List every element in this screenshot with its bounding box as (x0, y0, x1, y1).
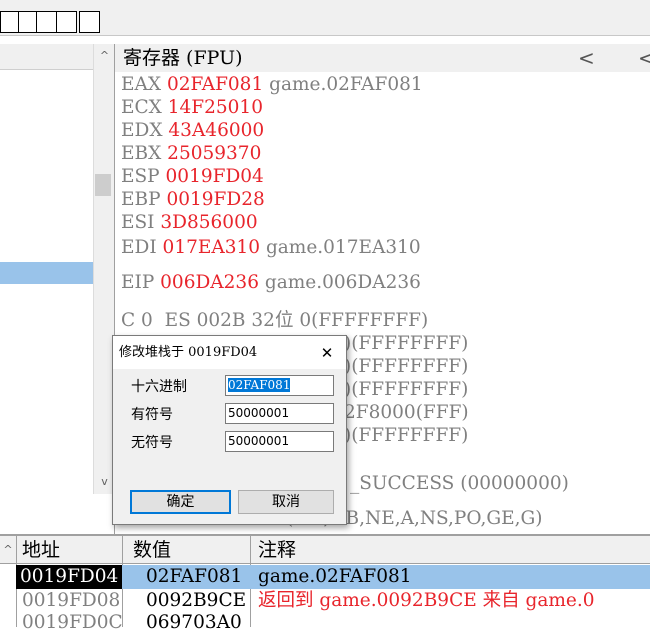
hex-label: 十六进制 (131, 379, 187, 395)
column-header-address[interactable]: 地址 (22, 536, 60, 564)
stack-scroll-up-icon[interactable]: ^ (0, 540, 16, 560)
toolbar-button-4[interactable] (56, 11, 77, 33)
column-header-value[interactable]: 数值 (133, 536, 171, 564)
register-row-edx[interactable]: EDX 43A46000 (121, 120, 264, 142)
disassembly-header (0, 44, 93, 70)
toolbar-button-3[interactable] (36, 11, 57, 33)
segment-row-ss[interactable]: )(FFFFFFFF) (344, 355, 468, 378)
register-row-ecx[interactable]: ECX 14F25010 (121, 97, 263, 119)
segment-row-cs[interactable]: )(FFFFFFFF) (344, 332, 468, 355)
table-cell-comment[interactable]: 返回到 game.0092B9CE 来自 game.0 (258, 589, 595, 613)
hex-input[interactable]: 02FAF081 (225, 375, 334, 396)
register-row-edi[interactable]: EDI 017EA310 game.017EA310 (121, 237, 421, 259)
cancel-button[interactable]: 取消 (238, 490, 334, 514)
table-cell-address[interactable]: 0019FD08 (22, 589, 120, 613)
disassembly-scrollbar[interactable]: ^ v (93, 44, 114, 494)
register-row-ebx[interactable]: EBX 25059370 (121, 143, 261, 165)
scrollbar-thumb[interactable] (95, 174, 111, 196)
scroll-up-icon[interactable]: ^ (94, 46, 115, 66)
toolbar (0, 0, 650, 36)
toolbar-button-5[interactable] (79, 11, 100, 33)
chevron-left-icon[interactable]: < (578, 44, 595, 72)
register-row-ebp[interactable]: EBP 0019FD28 (121, 189, 265, 211)
ok-button[interactable]: 确定 (130, 490, 231, 514)
last-error-row[interactable]: _SUCCESS (00000000) (350, 472, 569, 495)
register-row-eax[interactable]: EAX 02FAF081 game.02FAF081 (121, 74, 423, 96)
disassembly-selected-row[interactable] (0, 262, 93, 284)
signed-input[interactable]: 50000001 (225, 403, 334, 424)
signed-label: 有符号 (131, 407, 173, 423)
segment-row-es[interactable]: C 0 ES 002B 32位 0(FFFFFFFF) (121, 309, 428, 332)
register-row-esi[interactable]: ESI 3D856000 (121, 212, 258, 234)
table-cell-address[interactable]: 0019FD0C (22, 611, 123, 635)
unsigned-input[interactable]: 50000001 (225, 431, 334, 452)
table-cell-value[interactable]: 0092B9CE (146, 589, 246, 613)
dialog-title: 修改堆栈于 0019FD04 (119, 345, 258, 360)
segment-row-gs[interactable]: )(FFFFFFFF) (344, 424, 468, 447)
register-pane-title: 寄存器 (FPU) (123, 47, 243, 69)
close-icon[interactable]: ✕ (316, 341, 338, 365)
table-cell-address[interactable]: 0019FD04 (20, 565, 118, 589)
unsigned-label: 无符号 (131, 435, 173, 451)
table-cell-comment[interactable]: game.02FAF081 (258, 565, 412, 589)
segment-row-fs[interactable]: 2F8000(FFF) (344, 401, 469, 424)
register-row-eip[interactable]: EIP 006DA236 game.006DA236 (121, 272, 421, 294)
table-cell-value[interactable]: 02FAF081 (146, 565, 242, 589)
column-header-comment[interactable]: 注释 (258, 536, 296, 564)
segment-row-ds[interactable]: )(FFFFFFFF) (344, 378, 468, 401)
chevron-left-icon-2[interactable]: < (638, 44, 650, 72)
stack-header (0, 536, 650, 564)
table-cell-value[interactable]: 069703A0 (146, 611, 242, 635)
register-row-esp[interactable]: ESP 0019FD04 (121, 166, 264, 188)
